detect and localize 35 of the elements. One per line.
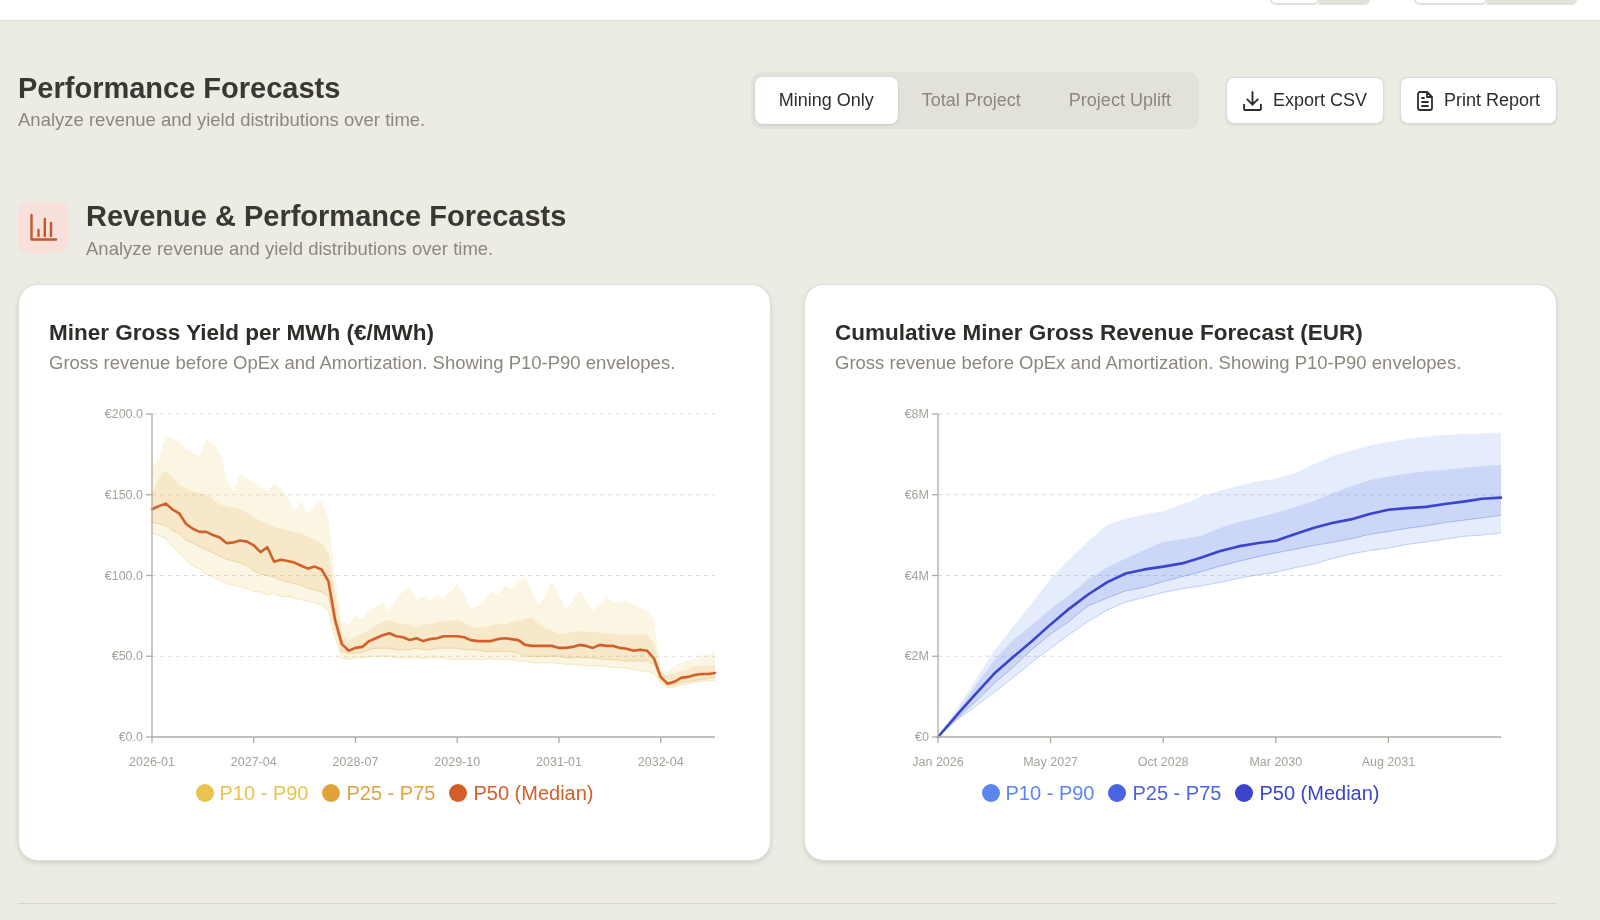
chart-title: Cumulative Miner Gross Revenue Forecast (EUR) bbox=[835, 319, 1364, 347]
legend-label: P25 - P75 bbox=[1132, 781, 1222, 806]
section-subtitle: Analyze revenue and yield distributions over time. bbox=[86, 238, 495, 260]
axis-label: €8M bbox=[904, 407, 929, 421]
axis-label: 2029-10 bbox=[434, 755, 481, 769]
page-subtitle: Analyze revenue and yield distributions over time. bbox=[18, 109, 427, 131]
axis-label: 2027-04 bbox=[230, 755, 277, 769]
axis-label: €50.0 bbox=[111, 649, 143, 664]
section-title: Revenue & Performance Forecasts bbox=[86, 199, 567, 233]
axis-label: €100.0 bbox=[104, 568, 143, 583]
axis-label: €0 bbox=[915, 730, 929, 744]
legend-label: P10 - P90 bbox=[1005, 781, 1095, 806]
axis-label: Mar 2030 bbox=[1249, 755, 1303, 769]
axis-label: €6M bbox=[904, 487, 929, 502]
axis-label: Aug 2031 bbox=[1361, 755, 1416, 769]
axis-label: €2M bbox=[904, 649, 929, 664]
axis-label: €200.0 bbox=[104, 407, 143, 421]
axis-label: 2028-07 bbox=[332, 755, 379, 769]
legend-label: P50 (Median) bbox=[1259, 781, 1380, 806]
axis-label: 2032-04 bbox=[637, 755, 684, 769]
page-title: Performance Forecasts bbox=[18, 71, 342, 106]
legend-label: P10 - P90 bbox=[219, 781, 309, 806]
axis-label: €0.0 bbox=[118, 730, 143, 744]
axis-label: Jan 2026 bbox=[912, 755, 964, 769]
axis-label: May 2027 bbox=[1023, 755, 1079, 769]
axis-label: €4M bbox=[904, 568, 929, 583]
legend-label: P50 (Median) bbox=[473, 781, 594, 806]
axis-label: 2031-01 bbox=[536, 755, 582, 769]
chart-title: Miner Gross Yield per MWh (€/MWh) bbox=[49, 319, 436, 347]
axis-label: Oct 2028 bbox=[1137, 755, 1189, 769]
chart-subtitle: Gross revenue before OpEx and Amortization. Showing P10-P90 envelopes. bbox=[49, 351, 677, 375]
axis-label: €150.0 bbox=[104, 487, 143, 502]
legend-label: P25 - P75 bbox=[346, 781, 436, 806]
chart-subtitle: Gross revenue before OpEx and Amortization. Showing P10-P90 envelopes. bbox=[835, 351, 1463, 375]
axis-label: 2026-01 bbox=[129, 755, 175, 769]
